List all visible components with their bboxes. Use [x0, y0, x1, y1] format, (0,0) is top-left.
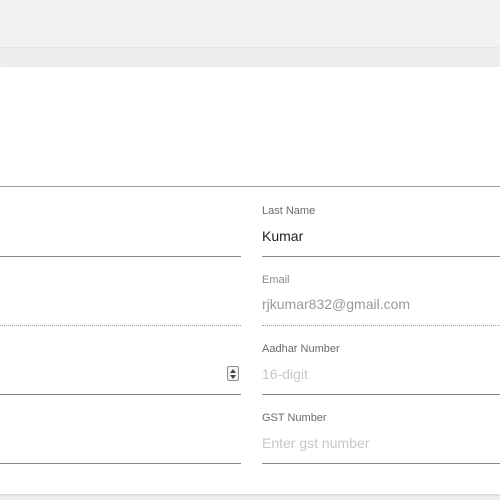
- left-field-underline[interactable]: [0, 463, 241, 464]
- last-name-input[interactable]: Kumar: [262, 228, 303, 244]
- last-name-field[interactable]: Last Name Kumar: [262, 205, 500, 257]
- number-field-underline[interactable]: [0, 394, 241, 395]
- phone-field-underline: [0, 325, 241, 326]
- top-bar: [0, 0, 500, 48]
- email-underline: [262, 325, 500, 326]
- aadhar-label: Aadhar Number: [262, 343, 340, 355]
- aadhar-input[interactable]: 16-digit: [262, 366, 308, 382]
- last-name-underline: [262, 256, 500, 257]
- section-divider: [0, 186, 500, 187]
- gst-field[interactable]: GST Number Enter gst number: [262, 412, 500, 464]
- email-input[interactable]: rjkumar832@gmail.com: [262, 296, 410, 312]
- first-name-field-underline[interactable]: [0, 256, 241, 257]
- stepper-up-icon[interactable]: [230, 369, 236, 373]
- gst-label: GST Number: [262, 412, 327, 424]
- stepper-down-icon[interactable]: [230, 375, 236, 379]
- gst-underline: [262, 463, 500, 464]
- aadhar-field[interactable]: Aadhar Number 16-digit: [262, 343, 500, 395]
- email-label: Email: [262, 274, 290, 286]
- gst-input[interactable]: Enter gst number: [262, 435, 369, 451]
- email-field[interactable]: Email rjkumar832@gmail.com: [262, 274, 500, 326]
- last-name-label: Last Name: [262, 205, 316, 217]
- quantity-stepper[interactable]: [227, 366, 239, 381]
- aadhar-underline: [262, 394, 500, 395]
